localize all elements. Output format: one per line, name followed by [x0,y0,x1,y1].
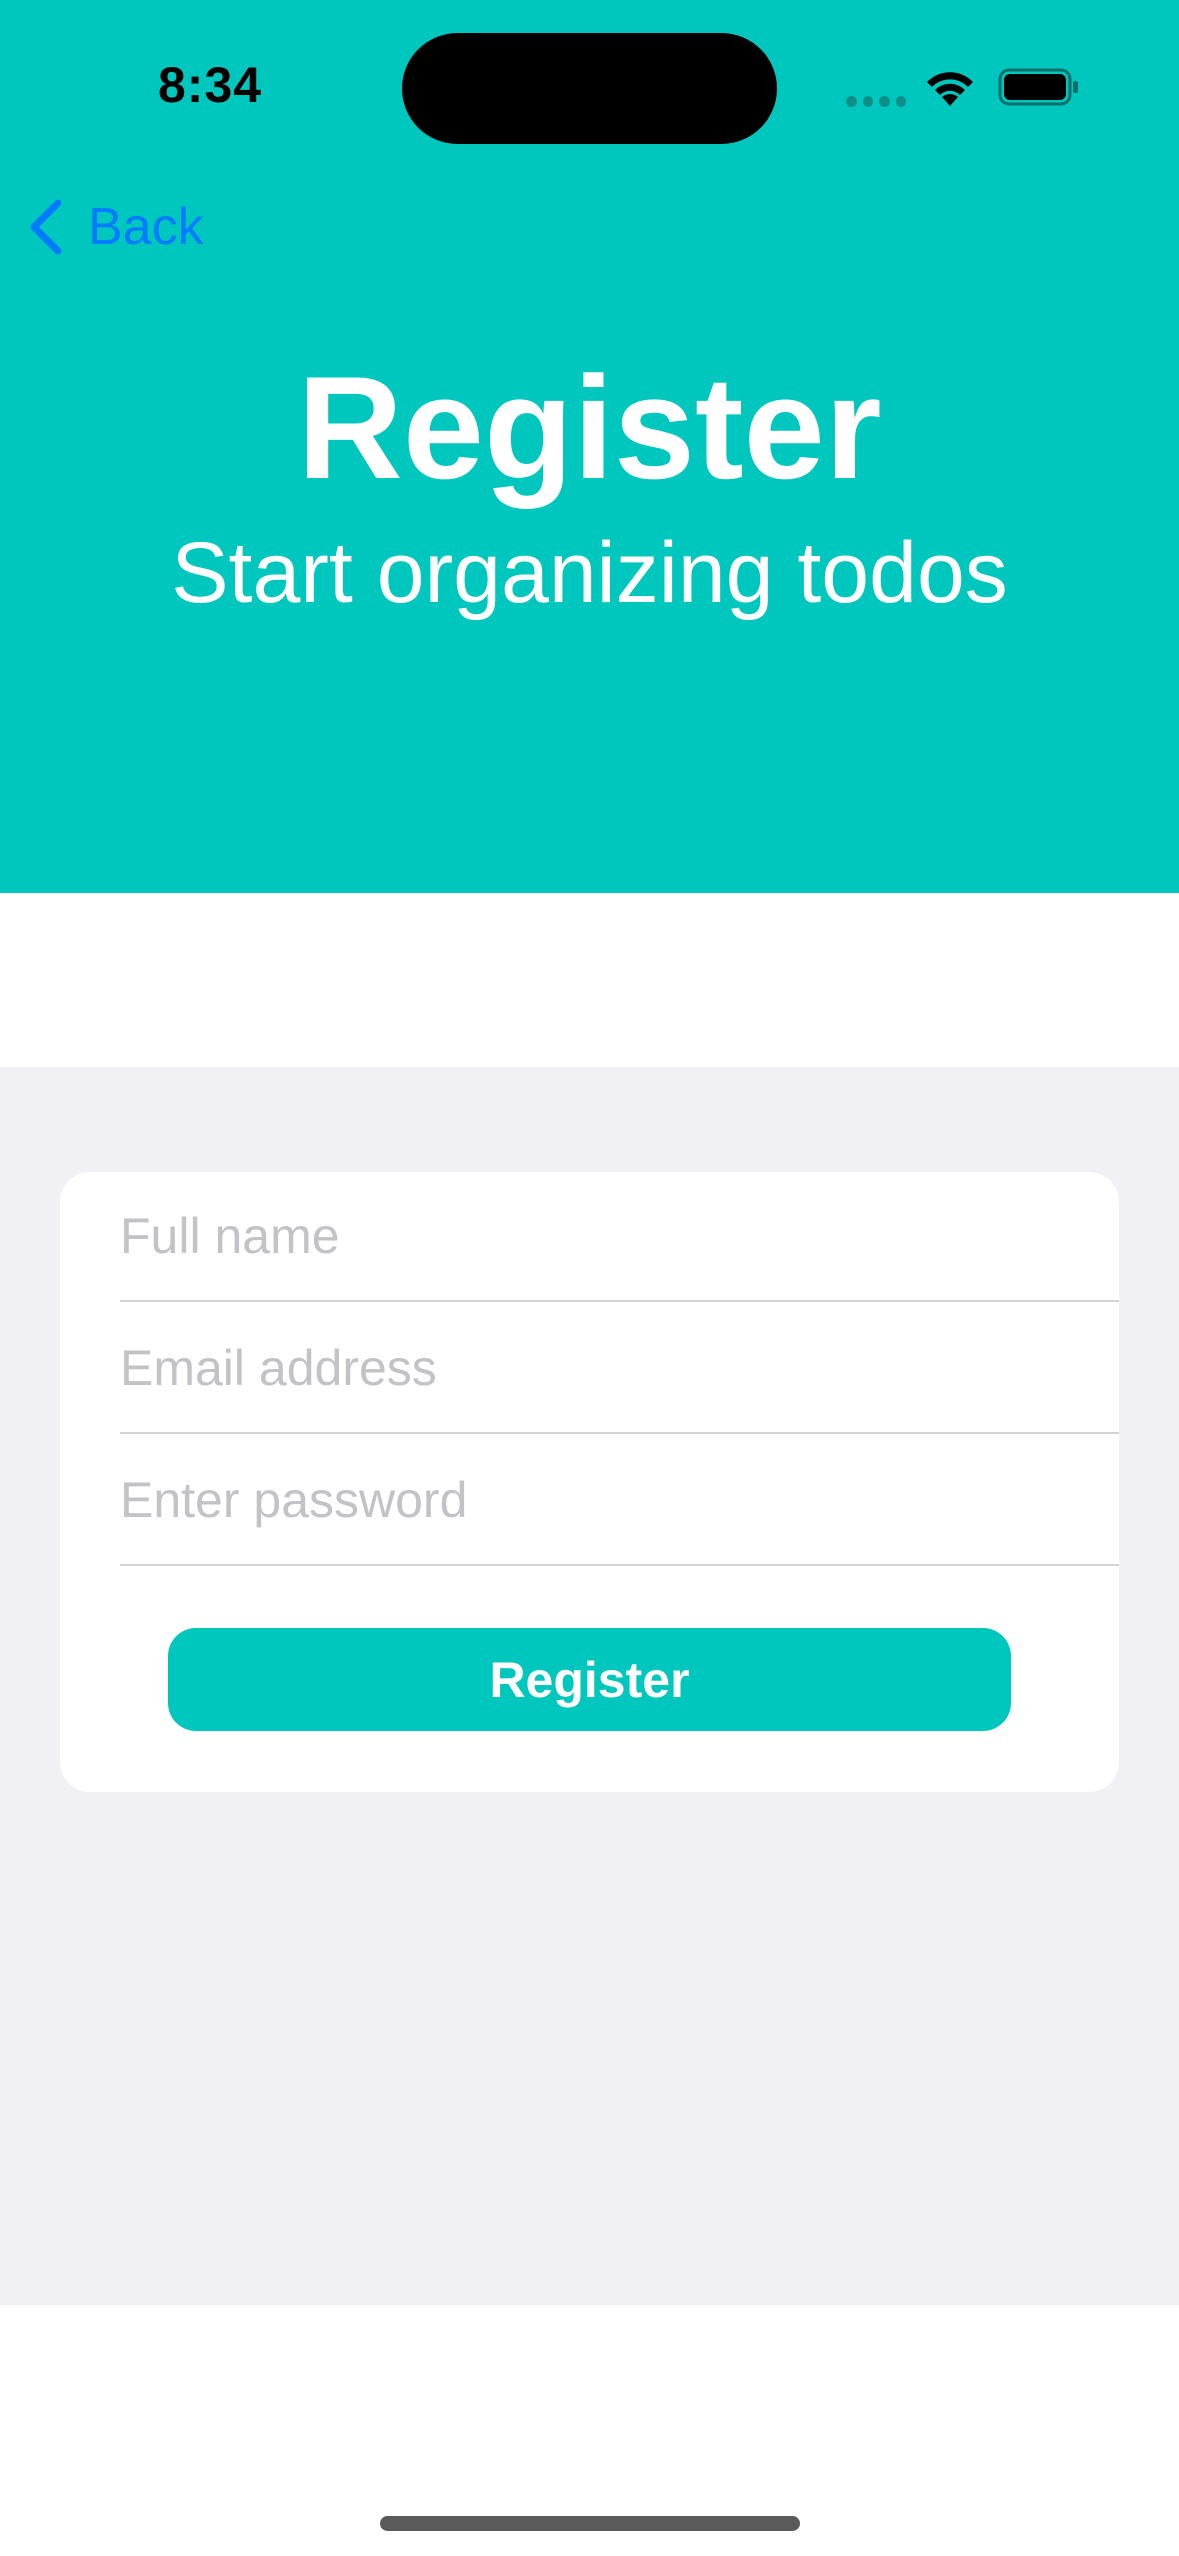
page-title: Register [297,346,882,509]
full-name-input[interactable] [120,1172,1119,1300]
email-input[interactable] [120,1304,1119,1432]
email-field-row [120,1304,1119,1434]
password-field-row [120,1436,1119,1566]
register-form: Register [60,1172,1119,1792]
header-banner: 8:34 Back Register Start organizing todo… [0,0,1179,893]
status-bar-time: 8:34 [158,57,263,113]
password-input[interactable] [120,1436,1119,1564]
dynamic-island [402,33,777,144]
battery-icon [998,68,1078,106]
cellular-signal-icon [846,96,906,108]
page-subtitle: Start organizing todos [171,525,1008,621]
back-button[interactable]: Back [26,192,204,262]
home-indicator[interactable] [380,2516,800,2531]
chevron-left-icon [30,199,62,255]
back-label: Back [88,198,204,256]
wifi-icon [927,72,973,106]
full-name-field-row [120,1172,1119,1302]
register-button[interactable]: Register [168,1628,1011,1731]
